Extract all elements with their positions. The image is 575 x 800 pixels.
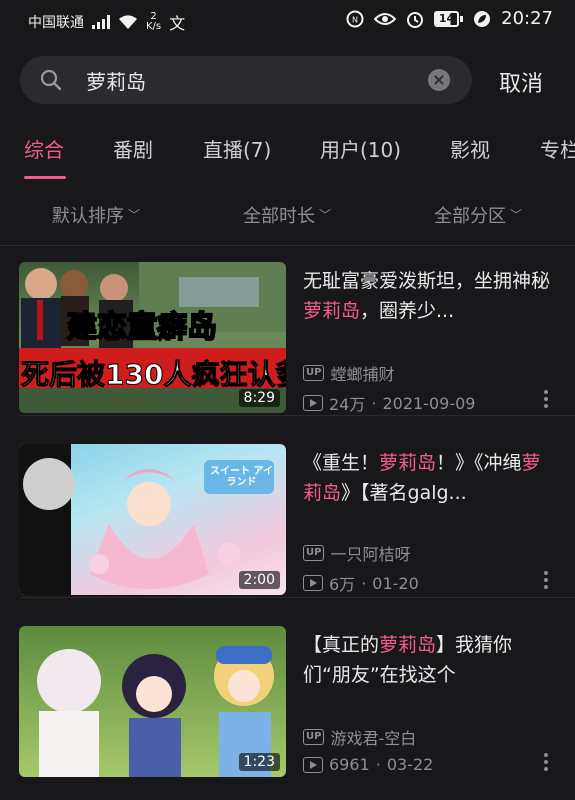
up-badge-icon: UP [303, 729, 325, 745]
title-text: 《重生！ [303, 452, 380, 474]
video-title[interactable]: 【真正的萝莉岛】我猜你们“朋友”在找这个 [303, 630, 555, 690]
publish-date: 01-20 [372, 573, 419, 593]
title-text: 【真正的 [303, 634, 380, 656]
up-badge-icon: UP [303, 365, 325, 381]
title-highlight: 萝莉岛 [379, 452, 437, 474]
view-count: 6961 [329, 755, 370, 774]
thumbnail-caption-top: 建恋童癖岛 [66, 309, 218, 346]
author-name[interactable]: 游戏君-空白 [330, 725, 416, 749]
wifi-icon [119, 15, 137, 29]
battery-icon: 14 [433, 10, 464, 27]
tab-films[interactable]: 影视 [450, 134, 490, 163]
video-thumbnail[interactable]: 1:23 [19, 626, 286, 777]
clock-time: 20:27 [501, 8, 553, 29]
play-count-icon [303, 575, 323, 591]
view-count: 6万 [329, 575, 356, 594]
speed-unit: K/s [146, 21, 162, 32]
view-count: 24万 [329, 395, 366, 414]
thumbnail-logo-text: スイート アイランド [210, 466, 273, 488]
play-count-icon [303, 756, 323, 773]
video-title[interactable]: 《重生！萝莉岛！》《冲绳萝莉岛》【著名galg... [303, 448, 555, 508]
category-filter-label: 全部分区 [434, 206, 506, 227]
author-row: UP 螳螂捕财 [303, 361, 394, 385]
duration-filter-label: 全部时长 [243, 206, 315, 227]
chevron-down-icon: ﹀ [510, 208, 523, 222]
clear-search-icon[interactable]: × [428, 69, 450, 91]
play-count-icon [303, 395, 323, 411]
title-text: 》【著名galg... [341, 482, 467, 504]
tab-comprehensive[interactable]: 综合 [24, 134, 64, 163]
status-bar-left: 中国联通 2 K/s 文 [28, 10, 185, 34]
video-thumbnail[interactable]: 建恋童癖岛 死后被130人疯狂认爹 8:29 [19, 262, 286, 413]
battery-level: 14 [433, 10, 460, 27]
tab-live[interactable]: 直播(7) [203, 134, 271, 163]
more-options-icon[interactable] [541, 390, 551, 408]
video-duration: 8:29 [238, 389, 280, 407]
status-bar-right: N 14 20:27 [346, 8, 553, 29]
stats-row: 6961 · 03-22 [303, 755, 433, 774]
sort-filter-label: 默认排序 [52, 206, 124, 227]
active-tab-indicator [24, 176, 66, 179]
filter-bar: 默认排序 ﹀ 全部时长 ﹀ 全部分区 ﹀ [0, 194, 575, 238]
chevron-down-icon: ﹀ [319, 208, 332, 222]
author-name[interactable]: 一只阿桔呀 [330, 541, 410, 565]
eye-icon [373, 12, 396, 25]
video-thumbnail[interactable]: スイート アイランド 2:00 [19, 444, 286, 595]
author-row: UP 一只阿桔呀 [303, 541, 410, 565]
video-title[interactable]: 无耻富豪爱泼斯坦，坐拥神秘萝莉岛，圈养少... [303, 266, 555, 326]
stats-row: 24万 · 2021-09-09 [303, 391, 475, 415]
translate-icon: 文 [169, 14, 186, 33]
carrier-label: 中国联通 [28, 15, 84, 31]
search-icon [40, 69, 62, 91]
cancel-button[interactable]: 取消 [499, 66, 543, 98]
item-divider [20, 597, 575, 598]
video-result-item[interactable]: スイート アイランド 2:00 《重生！萝莉岛！》《冲绳萝莉岛》【著名galg.… [0, 428, 575, 598]
tab-articles[interactable]: 专栏 [540, 134, 575, 163]
sort-filter[interactable]: 默认排序 ﹀ [52, 202, 140, 228]
up-badge-icon: UP [303, 545, 325, 561]
category-filter[interactable]: 全部分区 ﹀ [434, 202, 522, 228]
tab-bangumi[interactable]: 番剧 [113, 134, 153, 163]
thumbnail-caption-bottom: 死后被130人疯狂认爹 [20, 358, 286, 392]
more-options-icon[interactable] [541, 571, 551, 589]
search-bar[interactable]: × [20, 56, 472, 104]
duration-filter[interactable]: 全部时长 ﹀ [243, 202, 331, 228]
author-name[interactable]: 螳螂捕财 [330, 361, 394, 385]
publish-date: 2021-09-09 [382, 393, 476, 413]
video-duration: 2:00 [238, 571, 280, 589]
leaf-icon [474, 10, 491, 27]
stats-row: 6万 · 01-20 [303, 571, 419, 595]
video-result-item[interactable]: 1:23 【真正的萝莉岛】我猜你们“朋友”在找这个 UP 游戏君-空白 6961 ·… [0, 610, 575, 780]
title-highlight: 萝莉岛 [379, 634, 437, 656]
publish-date: 03-22 [386, 755, 434, 774]
title-highlight: 萝莉岛 [303, 300, 361, 322]
video-result-item[interactable]: 建恋童癖岛 死后被130人疯狂认爹 8:29 无耻富豪爱泼斯坦，坐拥神秘萝莉岛，… [0, 246, 575, 416]
network-speed: 2 K/s [146, 12, 161, 32]
search-tabs: 综合 番剧 直播(7) 用户(10) 影视 专栏 [0, 128, 575, 182]
more-options-icon[interactable] [541, 753, 551, 771]
item-divider [20, 415, 575, 416]
tab-users[interactable]: 用户(10) [320, 134, 401, 163]
alarm-icon [406, 11, 423, 28]
svg-text:N: N [352, 15, 358, 24]
nfc-icon: N [346, 10, 364, 27]
chevron-down-icon: ﹀ [128, 208, 141, 222]
video-duration: 1:23 [238, 753, 280, 771]
status-bar: 中国联通 2 K/s 文 N 14 20:27 [0, 0, 575, 42]
search-input[interactable] [86, 64, 426, 96]
author-row: UP 游戏君-空白 [303, 725, 416, 749]
title-text: ，圈养少... [360, 300, 455, 322]
title-text: 无耻富豪爱泼斯坦，坐拥神秘 [303, 270, 551, 292]
signal-icon [92, 15, 110, 29]
title-text: ！》《冲绳 [436, 452, 522, 474]
